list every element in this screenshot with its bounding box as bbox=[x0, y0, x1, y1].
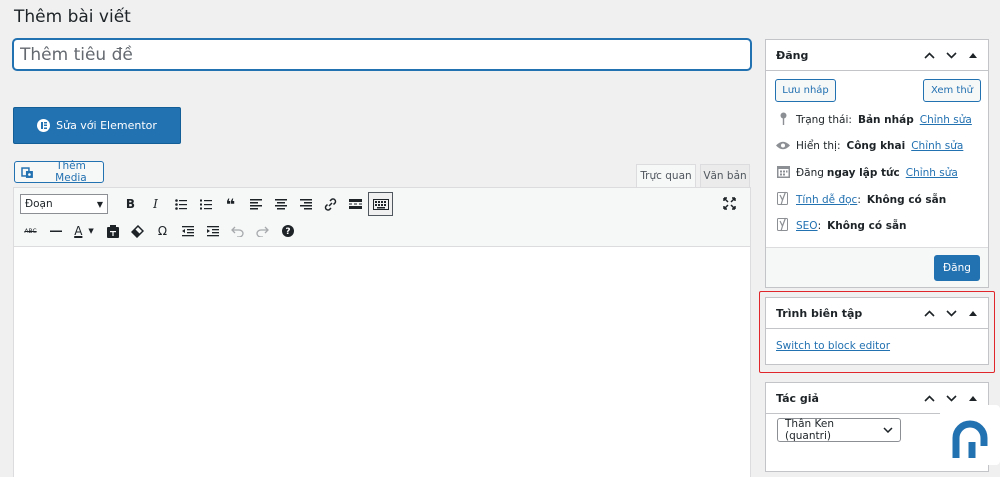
status-value: Bản nháp bbox=[857, 114, 914, 126]
chevron-down-icon: ▼ bbox=[88, 227, 94, 235]
special-character-icon[interactable]: Ω bbox=[150, 219, 175, 243]
elementor-icon bbox=[37, 119, 51, 132]
horizontal-line-icon[interactable] bbox=[43, 219, 68, 243]
publish-box-header: Đăng bbox=[766, 40, 988, 71]
readability-link[interactable]: Tính dễ đọc bbox=[796, 194, 857, 206]
post-title-input[interactable] bbox=[13, 39, 751, 70]
publish-button[interactable]: Đăng bbox=[934, 255, 980, 281]
align-right-icon[interactable] bbox=[293, 192, 318, 216]
add-media-button[interactable]: Thêm Media bbox=[14, 160, 104, 184]
toolbar-row-2: ABC A ▼ Ω ? bbox=[14, 218, 300, 244]
highlight-frame bbox=[759, 291, 995, 373]
strikethrough-icon[interactable]: ABC bbox=[18, 219, 43, 243]
pin-icon bbox=[776, 112, 790, 128]
align-left-icon[interactable] bbox=[243, 192, 268, 216]
indent-icon[interactable] bbox=[200, 219, 225, 243]
toolbar-toggle-icon[interactable] bbox=[368, 192, 393, 216]
bullet-list-icon[interactable] bbox=[168, 192, 193, 216]
bold-icon[interactable]: B bbox=[118, 192, 143, 216]
publish-actions: Đăng bbox=[766, 247, 988, 287]
svg-text:?: ? bbox=[285, 227, 290, 237]
redo-icon[interactable] bbox=[250, 219, 275, 243]
move-up-icon[interactable] bbox=[920, 47, 938, 65]
move-up-icon[interactable] bbox=[920, 390, 938, 408]
help-icon[interactable]: ? bbox=[275, 219, 300, 243]
author-select-value: Thân Ken (quantri) bbox=[785, 418, 834, 442]
collapse-toggle-icon[interactable] bbox=[964, 47, 982, 65]
post-status-row: Trạng thái: Bản nháp Chỉnh sửa bbox=[776, 112, 972, 128]
link-icon[interactable] bbox=[318, 192, 343, 216]
align-center-icon[interactable] bbox=[268, 192, 293, 216]
seo-link[interactable]: SEO bbox=[796, 220, 818, 232]
status-label: Trạng thái: bbox=[796, 114, 852, 126]
edit-status-link[interactable]: Chỉnh sửa bbox=[920, 114, 972, 126]
numbered-list-icon[interactable] bbox=[193, 192, 218, 216]
readability-row: Tính dễ đọc: Không có sẵn bbox=[776, 191, 946, 209]
add-media-label: Thêm Media bbox=[55, 160, 87, 184]
publish-box-title: Đăng bbox=[776, 48, 809, 62]
outdent-icon[interactable] bbox=[175, 219, 200, 243]
move-down-icon[interactable] bbox=[942, 47, 960, 65]
italic-icon[interactable]: I bbox=[143, 192, 168, 216]
seo-value: Không có sẵn bbox=[827, 220, 907, 232]
readability-value: Không có sẵn bbox=[866, 194, 947, 206]
text-color-glyph: A bbox=[74, 224, 83, 238]
format-select[interactable]: Đoạn ▼ bbox=[20, 194, 108, 214]
undo-icon[interactable] bbox=[225, 219, 250, 243]
chevron-down-icon bbox=[883, 427, 893, 433]
preview-button[interactable]: Xem thử bbox=[923, 79, 981, 102]
blockquote-icon[interactable]: ❝ bbox=[218, 192, 243, 216]
tab-visual[interactable]: Trực quan bbox=[636, 164, 696, 187]
publish-box: Đăng Lưu nháp Xem thử Trạng thái: Bản nh… bbox=[765, 39, 989, 288]
text-color-icon[interactable]: A ▼ bbox=[68, 219, 100, 243]
editor-toolbar: Đoạn ▼ B I ❝ ABC A ▼ Ω ? bbox=[14, 188, 750, 247]
elementor-button-label: Sửa với Elementor bbox=[56, 119, 157, 132]
editor-content-area[interactable] bbox=[14, 247, 750, 477]
clear-formatting-icon[interactable] bbox=[125, 219, 150, 243]
tab-text[interactable]: Văn bản bbox=[700, 164, 750, 187]
eye-icon bbox=[776, 139, 790, 153]
edit-schedule-link[interactable]: Chỉnh sửa bbox=[906, 167, 958, 179]
classic-editor: Đoạn ▼ B I ❝ ABC A ▼ Ω ? bbox=[13, 187, 751, 477]
yoast-icon bbox=[776, 191, 790, 209]
visibility-label: Hiển thị: bbox=[796, 140, 841, 152]
calendar-icon bbox=[776, 165, 790, 181]
edit-with-elementor-button[interactable]: Sửa với Elementor bbox=[13, 107, 181, 144]
readability-colon: : bbox=[857, 194, 861, 206]
seo-row: SEO: Không có sẵn bbox=[776, 217, 907, 235]
visibility-value: Công khai bbox=[846, 140, 906, 152]
visibility-row: Hiển thị: Công khai Chỉnh sửa bbox=[776, 139, 963, 153]
schedule-label: Đăng bbox=[796, 167, 824, 179]
read-more-icon[interactable] bbox=[343, 192, 368, 216]
page-title: Thêm bài viết bbox=[14, 7, 131, 27]
edit-visibility-link[interactable]: Chỉnh sửa bbox=[911, 140, 963, 152]
seo-colon: : bbox=[817, 220, 822, 232]
schedule-row: Đăng ngay lập tức Chỉnh sửa bbox=[776, 165, 958, 181]
chevron-down-icon: ▼ bbox=[96, 199, 103, 209]
media-icon bbox=[21, 166, 33, 178]
brand-logo-icon bbox=[952, 420, 988, 458]
save-draft-button[interactable]: Lưu nháp bbox=[775, 79, 836, 102]
author-box-title: Tác giả bbox=[776, 391, 819, 405]
distraction-free-icon[interactable] bbox=[717, 191, 742, 215]
toolbar-row-1: Đoạn ▼ B I ❝ bbox=[14, 191, 393, 217]
paste-text-icon[interactable] bbox=[100, 219, 125, 243]
schedule-value: ngay lập tức bbox=[826, 167, 900, 179]
format-select-value: Đoạn bbox=[25, 198, 53, 210]
yoast-icon bbox=[776, 217, 790, 235]
author-select[interactable]: Thân Ken (quantri) bbox=[777, 418, 901, 442]
